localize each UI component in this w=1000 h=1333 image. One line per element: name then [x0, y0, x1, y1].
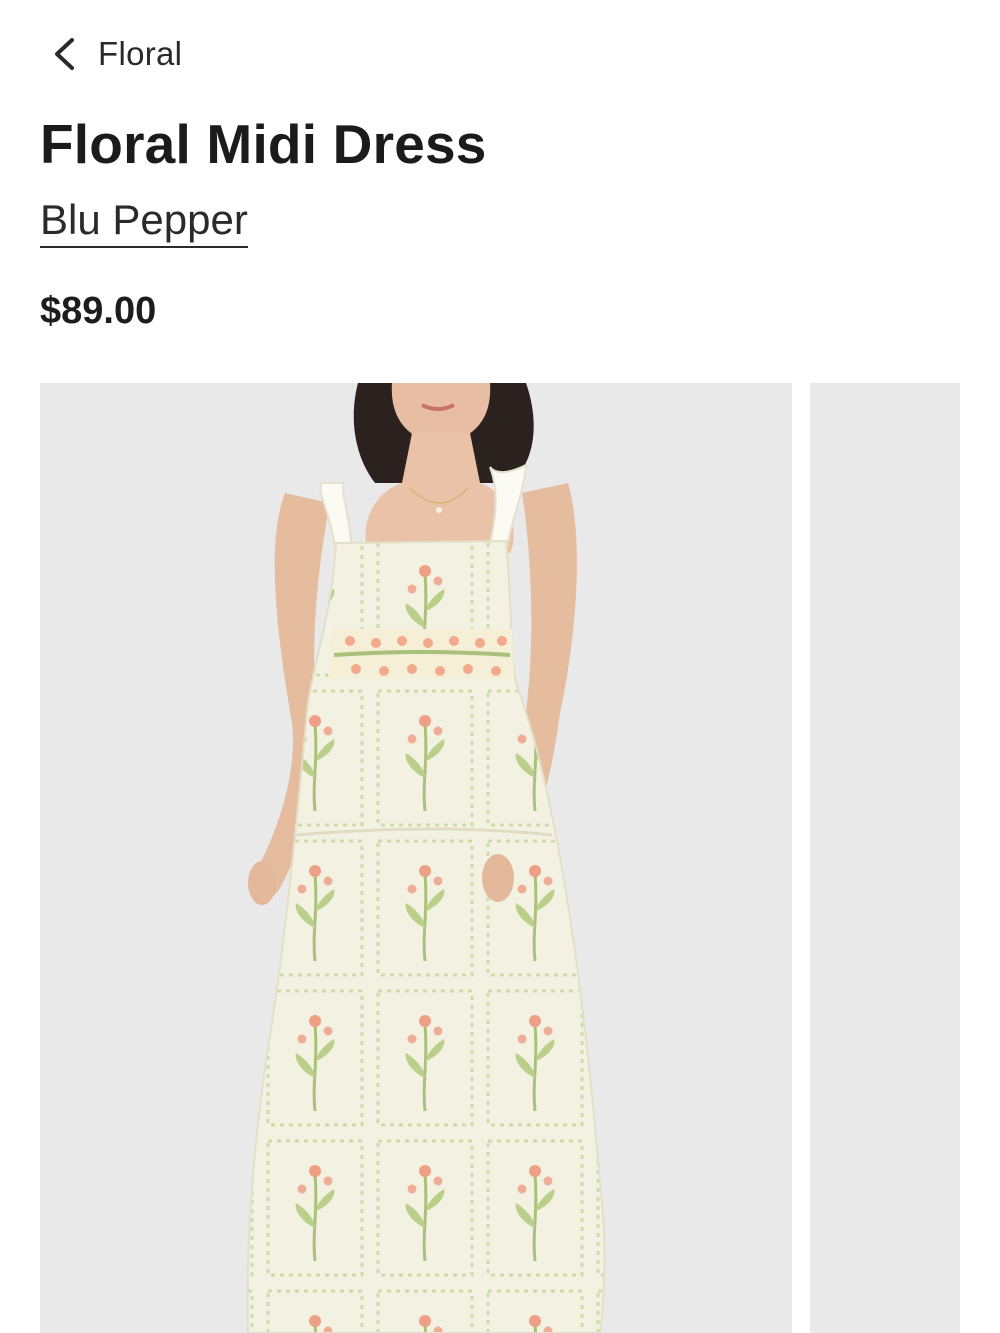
chevron-left-icon: [52, 37, 76, 71]
image-gallery[interactable]: [40, 383, 1000, 1333]
brand-link[interactable]: Blu Pepper: [40, 196, 248, 248]
product-price: $89.00: [40, 290, 157, 332]
back-label: Floral: [98, 35, 183, 72]
back-button[interactable]: Floral: [52, 30, 182, 78]
product-title: Floral Midi Dress: [40, 113, 487, 175]
product-image-main[interactable]: [40, 383, 792, 1333]
product-photo: [246, 383, 606, 1333]
product-image-next[interactable]: [810, 383, 960, 1333]
